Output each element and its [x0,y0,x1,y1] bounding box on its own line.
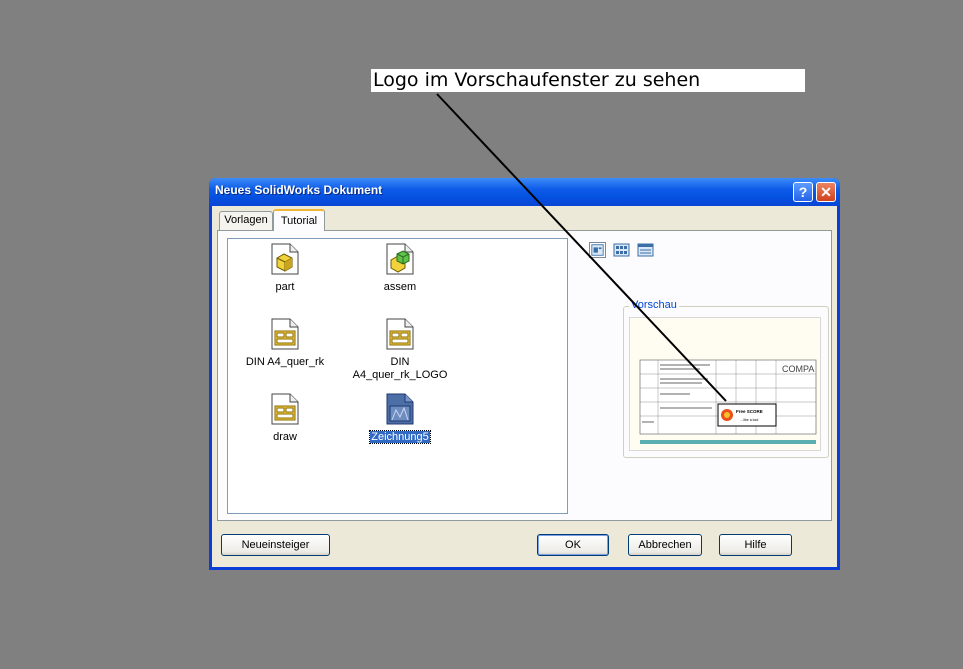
tab-panel: part assem DIN A4_quer_rk DIN A4_quer_rk… [217,230,832,521]
drawing-template-icon [271,393,299,425]
large-icons-view-icon[interactable] [589,242,606,258]
list-item[interactable]: DIN A4_quer_rk [230,318,340,370]
new-document-dialog: Neues SolidWorks Dokument ? ✕ Vorlagen T… [209,178,840,570]
list-item-selected[interactable]: Zeichnung5 [345,393,455,445]
preview-logo-line1: Free SCORE [736,409,763,414]
close-button[interactable]: ✕ [816,182,836,202]
template-list[interactable]: part assem DIN A4_quer_rk DIN A4_quer_rk… [227,238,568,514]
drawing-template-icon [386,318,414,350]
preview-label: Vorschau [629,299,679,311]
drawing-document-icon [386,393,414,425]
file-label: assem [383,281,417,293]
list-item[interactable]: DIN A4_quer_rk_LOGO [345,318,455,382]
list-item[interactable]: draw [230,393,340,445]
file-label: DIN A4_quer_rk [245,356,325,368]
dialog-client-area: Vorlagen Tutorial part assem DIN A4_quer… [212,206,837,567]
list-item[interactable]: part [230,243,340,295]
details-view-icon[interactable] [637,242,654,258]
list-view-icon[interactable] [613,242,630,258]
assembly-icon [386,243,414,275]
beginner-button[interactable]: Neueinsteiger [221,534,330,556]
callout-annotation: Logo im Vorschaufenster zu sehen [371,69,805,92]
tab-vorlagen[interactable]: Vorlagen [219,211,273,230]
file-label: Zeichnung5 [369,430,431,444]
drawing-preview-thumbnail: COMPA Free SCORE …like a tool [630,318,820,450]
help-button[interactable]: Hilfe [719,534,792,556]
dialog-titlebar[interactable]: Neues SolidWorks Dokument ? ✕ [209,178,840,206]
list-item[interactable]: assem [345,243,455,295]
preview-image: COMPA Free SCORE …like a tool [629,317,821,451]
file-label: DIN A4_quer_rk_LOGO [352,356,448,381]
file-label: part [275,281,295,293]
preview-logo-line2: …like a tool [740,418,759,422]
tab-tutorial[interactable]: Tutorial [273,209,325,231]
preview-company-text: COMPA [782,364,814,374]
file-label: draw [273,431,297,443]
ok-button[interactable]: OK [537,534,609,556]
help-title-button[interactable]: ? [793,182,813,202]
part-icon [271,243,299,275]
dialog-title: Neues SolidWorks Dokument [215,183,383,197]
drawing-template-icon [271,318,299,350]
cancel-button[interactable]: Abbrechen [628,534,702,556]
